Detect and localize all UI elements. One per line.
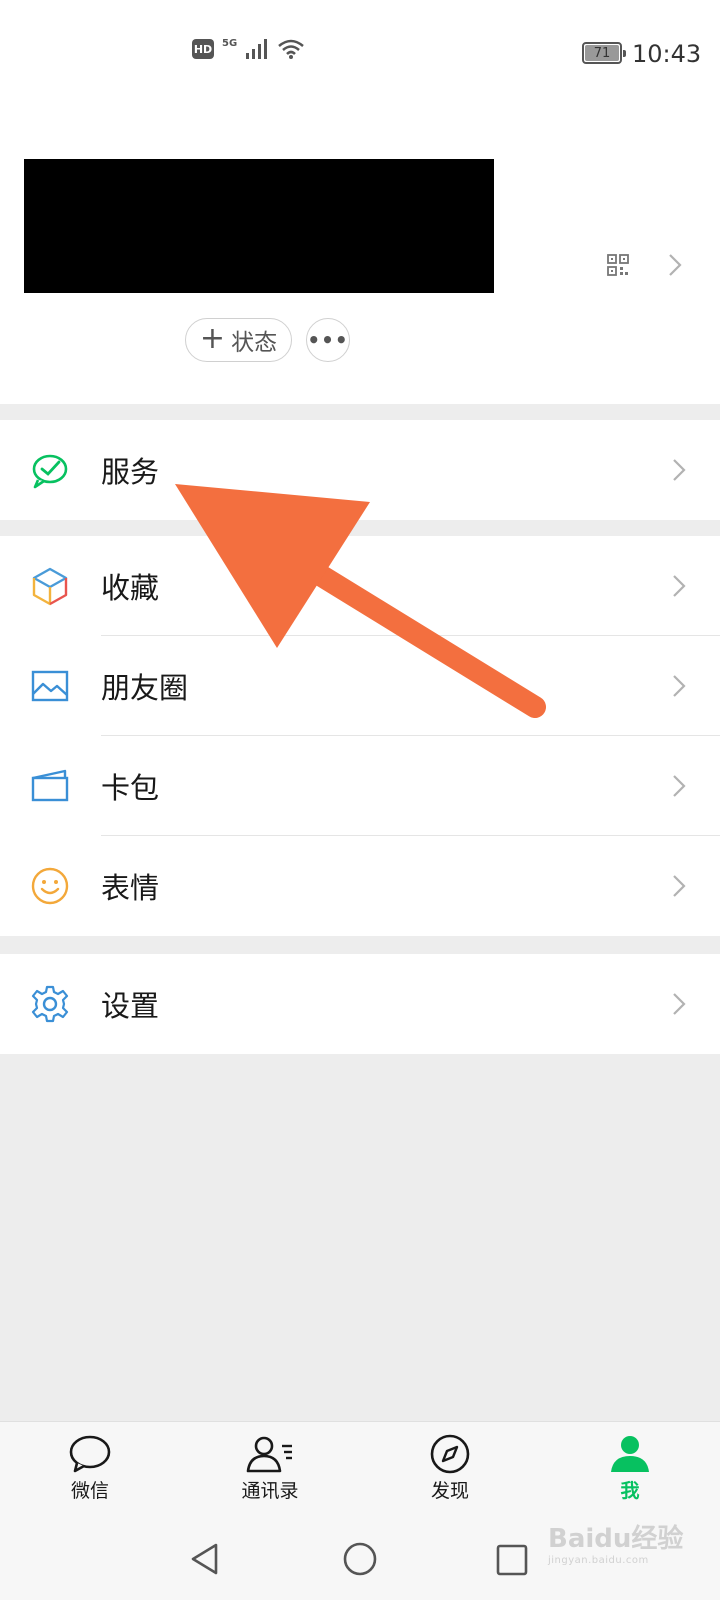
menu-item-services[interactable]: 服务: [0, 420, 720, 520]
watermark-brand: Baidu经验: [548, 1524, 684, 1554]
watermark-url: jingyan.baidu.com: [548, 1555, 649, 1566]
profile-header[interactable]: + 状态 •••: [0, 108, 720, 404]
menu-group-settings: 设置: [0, 954, 720, 1054]
menu-item-settings[interactable]: 设置: [0, 954, 720, 1054]
menu-item-moments[interactable]: 朋友圈: [0, 636, 720, 736]
moments-icon: [31, 670, 69, 702]
chevron-right-icon: [673, 675, 686, 697]
signal-icon: [246, 39, 268, 59]
watermark: Baidu经验 jingyan.baidu.com: [548, 1518, 683, 1566]
battery-icon: 71: [582, 42, 626, 64]
settings-label: 设置: [101, 989, 160, 1023]
clock: 10:43: [632, 40, 702, 68]
smiley-icon: [31, 867, 69, 905]
add-status-button[interactable]: + 状态: [185, 318, 292, 362]
add-status-label: 状态: [231, 330, 278, 356]
chevron-right-icon: [673, 775, 686, 797]
card-wallet-icon: [31, 769, 69, 802]
cards-label: 卡包: [101, 771, 160, 805]
more-button[interactable]: •••: [306, 318, 350, 362]
battery-level: 71: [585, 45, 619, 61]
status-icons: HD 5G: [192, 38, 305, 60]
menu-group-services: 服务: [0, 420, 720, 520]
moments-label: 朋友圈: [101, 671, 189, 705]
tab-contacts-label: 通讯录: [241, 1480, 299, 1502]
wifi-icon: [278, 39, 304, 59]
tab-contacts[interactable]: 通讯录: [220, 1434, 320, 1503]
stickers-label: 表情: [101, 871, 160, 905]
compass-icon: [430, 1434, 470, 1474]
menu-group-personal: 收藏 朋友圈 卡包 表情: [0, 536, 720, 936]
redacted-profile-info: [24, 159, 494, 293]
chat-bubble-icon: [69, 1435, 111, 1473]
menu-item-cards[interactable]: 卡包: [0, 736, 720, 836]
recents-icon[interactable]: [496, 1544, 528, 1576]
back-icon[interactable]: [188, 1542, 222, 1576]
services-icon: [32, 454, 68, 489]
network-type: 5G: [222, 37, 238, 49]
person-icon: [611, 1436, 649, 1472]
chevron-right-icon: [673, 993, 686, 1015]
bottom-nav: 微信 通讯录 发现 我: [0, 1421, 720, 1516]
tab-discover[interactable]: 发现: [400, 1434, 500, 1503]
contacts-icon: [246, 1436, 292, 1473]
menu-item-stickers[interactable]: 表情: [0, 836, 720, 936]
home-icon[interactable]: [343, 1542, 377, 1576]
profile-chevron-icon[interactable]: [668, 253, 682, 277]
services-label: 服务: [101, 455, 160, 489]
tab-chats-label: 微信: [70, 1480, 109, 1502]
favorites-label: 收藏: [101, 571, 160, 605]
tab-discover-label: 发现: [430, 1480, 469, 1502]
tab-me[interactable]: 我: [580, 1434, 680, 1503]
qr-code-icon[interactable]: [607, 254, 629, 276]
menu-item-favorites[interactable]: 收藏: [0, 536, 720, 636]
tab-chats[interactable]: 微信: [40, 1434, 140, 1503]
gear-icon: [31, 985, 69, 1023]
plus-icon: +: [199, 320, 226, 356]
chevron-right-icon: [673, 459, 686, 481]
chevron-right-icon: [673, 875, 686, 897]
tab-me-label: 我: [620, 1480, 640, 1502]
chevron-right-icon: [673, 575, 686, 597]
status-bar: HD 5G 71 10:43: [0, 0, 720, 108]
favorites-icon: [32, 567, 68, 606]
hd-badge: HD: [192, 39, 214, 59]
